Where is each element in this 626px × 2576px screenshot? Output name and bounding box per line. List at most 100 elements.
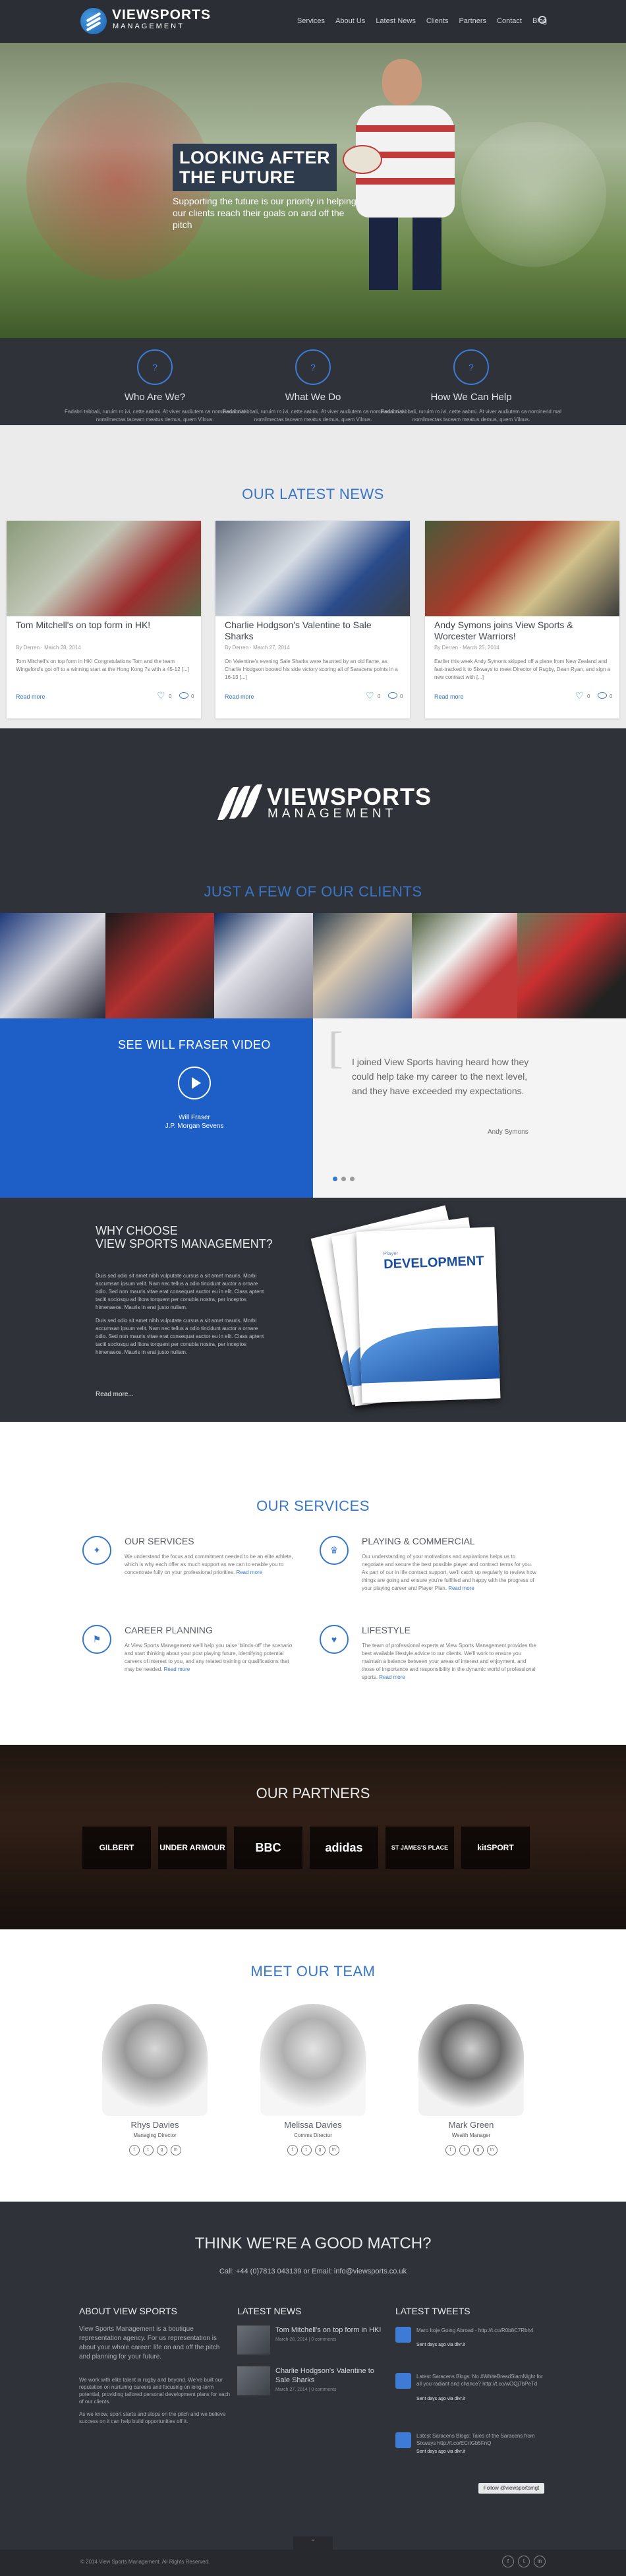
logo-icon[interactable] — [80, 8, 107, 34]
news-card[interactable]: Tom Mitchell's on top form in HK! By Der… — [7, 521, 201, 718]
nav-item-clients[interactable]: Clients — [426, 17, 449, 25]
twitter-icon[interactable]: t — [300, 2145, 312, 2155]
news-image[interactable] — [215, 521, 410, 616]
hammer-icon[interactable]: ⚑ — [82, 1625, 111, 1654]
read-more-link[interactable]: Read more — [16, 693, 45, 700]
twitter-icon[interactable]: t — [142, 2145, 154, 2155]
slider-dot[interactable] — [341, 1177, 346, 1181]
brand-logo-subtext: MANAGEMENT — [268, 807, 397, 821]
news-title[interactable]: Andy Symons joins View Sports & Worceste… — [434, 620, 612, 642]
partner-logo-under-armour[interactable]: UNDER ARMOUR — [158, 1827, 227, 1869]
news-image[interactable] — [7, 521, 201, 616]
facebook-icon[interactable]: f — [502, 2556, 514, 2567]
heart-icon[interactable]: ♡ — [157, 690, 165, 701]
read-more-link[interactable]: Read more — [164, 1666, 190, 1672]
partner-logo-gilbert[interactable]: GILBERT — [82, 1827, 151, 1869]
brand-logo-icon — [217, 784, 263, 820]
footer-news-title-link[interactable]: Charlie Hodgson's Valentine to Sale Shar… — [275, 2366, 387, 2385]
cta-contact[interactable]: Call: +44 (0)7813 043139 or Email: info@… — [0, 2268, 626, 2275]
trophy-icon[interactable]: ♛ — [320, 1536, 349, 1565]
linkedin-icon[interactable]: in — [534, 2556, 546, 2567]
service-title[interactable]: PLAYING & COMMERCIAL — [362, 1536, 475, 1546]
service-title[interactable]: LIFESTYLE — [362, 1625, 411, 1635]
news-card[interactable]: Andy Symons joins View Sports & Worceste… — [425, 521, 619, 718]
back-to-top-button[interactable]: ⌃ — [293, 2536, 333, 2550]
logo-text[interactable]: VIEWSPORTS — [112, 7, 211, 23]
question-icon[interactable]: ? — [137, 349, 173, 385]
heart-icon[interactable]: ♡ — [366, 690, 374, 701]
news-title[interactable]: Tom Mitchell's on top form in HK! — [16, 620, 194, 631]
comment-icon[interactable] — [388, 692, 397, 699]
news-thumbnail[interactable] — [237, 2366, 270, 2395]
main-nav: Services About Us Latest News Clients Pa… — [297, 17, 547, 25]
target-icon[interactable]: ✦ — [82, 1536, 111, 1565]
why-read-more[interactable]: Read more... — [96, 1391, 134, 1398]
play-icon[interactable] — [178, 1067, 211, 1099]
news-image[interactable] — [425, 521, 619, 616]
avatar[interactable] — [102, 2004, 208, 2116]
footer-news-title-link[interactable]: Tom Mitchell's on top form in HK! — [275, 2326, 387, 2335]
slider-dot[interactable] — [333, 1177, 337, 1181]
client-photo[interactable] — [412, 913, 517, 1018]
testimonial-text: I joined View Sports having heard how th… — [352, 1057, 529, 1096]
client-photo[interactable] — [214, 913, 313, 1018]
facebook-icon[interactable]: f — [445, 2145, 456, 2155]
nav-item-contact[interactable]: Contact — [497, 17, 522, 25]
question-icon[interactable]: ? — [453, 349, 489, 385]
comment-icon[interactable] — [598, 692, 607, 699]
feature-title[interactable]: How We Can Help — [372, 392, 570, 403]
hero-subtitle: Supporting the future is our priority in… — [173, 196, 356, 230]
comment-count: 0 — [191, 693, 194, 699]
nav-item-services[interactable]: Services — [297, 17, 325, 25]
tweet-text[interactable]: Maro Itoje Going Abroad - http://t.co/R0… — [416, 2327, 548, 2334]
read-more-link[interactable]: Read more — [236, 1569, 262, 1575]
member-role: Managing Director — [133, 2132, 177, 2138]
news-title[interactable]: Charlie Hodgson's Valentine to Sale Shar… — [225, 620, 403, 642]
follow-button[interactable]: Follow @viewsportsmgt — [478, 2483, 544, 2494]
member-name: Melissa Davies — [284, 2120, 342, 2130]
nav-item-partners[interactable]: Partners — [459, 17, 486, 25]
partner-logo-adidas[interactable]: adidas — [310, 1827, 378, 1869]
avatar[interactable] — [260, 2004, 366, 2116]
partner-logo-st-james-place[interactable]: ST JAMES'S PLACE — [385, 1827, 454, 1869]
search-icon[interactable] — [538, 16, 546, 24]
twitter-icon[interactable]: t — [518, 2556, 530, 2567]
google-plus-icon[interactable]: g — [314, 2145, 326, 2155]
tweet-text[interactable]: Latest Saracens Blogs: No #WhiteBreadSla… — [416, 2373, 548, 2387]
client-photo[interactable] — [313, 913, 412, 1018]
read-more-link[interactable]: Read more — [434, 693, 464, 700]
google-plus-icon[interactable]: g — [156, 2145, 167, 2155]
facebook-icon[interactable]: f — [128, 2145, 140, 2155]
linkedin-icon[interactable]: in — [328, 2145, 339, 2155]
comment-icon[interactable] — [179, 692, 188, 699]
team-section-title: MEET OUR TEAM — [250, 1963, 376, 1979]
client-photo[interactable] — [0, 913, 105, 1018]
heart-icon[interactable]: ♥ — [320, 1625, 349, 1654]
news-excerpt: Tom Mitchell's on top form in HK! Congra… — [16, 659, 189, 672]
twitter-icon[interactable]: t — [459, 2145, 470, 2155]
news-thumbnail[interactable] — [237, 2326, 270, 2355]
facebook-icon[interactable]: f — [287, 2145, 298, 2155]
nav-item-news[interactable]: Latest News — [376, 17, 416, 25]
partner-logo-kitsport[interactable]: kitSPORT — [461, 1827, 530, 1869]
client-photo[interactable] — [105, 913, 214, 1018]
google-plus-icon[interactable]: g — [472, 2145, 484, 2155]
service-title[interactable]: CAREER PLANNING — [125, 1625, 213, 1635]
tweet-text[interactable]: Latest Saracens Blogs: Tales of the Sara… — [416, 2432, 548, 2447]
avatar[interactable] — [418, 2004, 524, 2116]
tweet-time: Sent days ago via dlvr.it — [416, 2343, 465, 2347]
linkedin-icon[interactable]: in — [486, 2145, 498, 2155]
read-more-link[interactable]: Read more — [379, 1674, 405, 1680]
slider-dot[interactable] — [350, 1177, 355, 1181]
linkedin-icon[interactable]: in — [170, 2145, 181, 2155]
heart-icon[interactable]: ♡ — [575, 690, 584, 701]
service-title[interactable]: OUR SERVICES — [125, 1536, 194, 1546]
nav-item-about[interactable]: About Us — [335, 17, 365, 25]
testimonial-panel — [313, 1018, 626, 1198]
partner-logo-bbc[interactable]: BBC — [234, 1827, 302, 1869]
question-icon[interactable]: ? — [295, 349, 331, 385]
read-more-link[interactable]: Read more — [448, 1585, 474, 1591]
client-photo[interactable] — [517, 913, 626, 1018]
news-card[interactable]: Charlie Hodgson's Valentine to Sale Shar… — [215, 521, 410, 718]
read-more-link[interactable]: Read more — [225, 693, 254, 700]
